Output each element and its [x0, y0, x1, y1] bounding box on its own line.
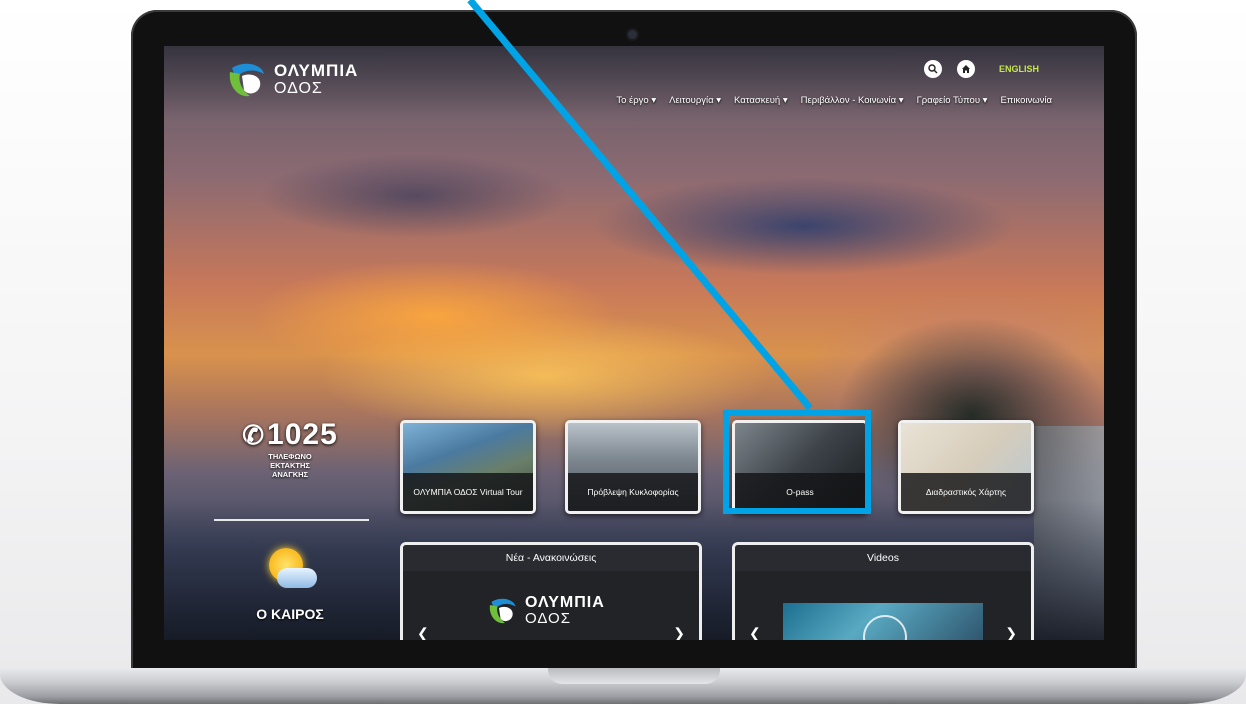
chevron-left-icon[interactable]: ❮	[417, 625, 429, 640]
emergency-caption-3: ΑΝΑΓΚΗΣ	[271, 470, 309, 479]
tile-opass[interactable]: O-pass	[732, 420, 868, 514]
tile-interactive-map[interactable]: Διαδραστικός Χάρτης	[898, 420, 1034, 514]
emergency-caption-2: ΕΚΤΑΚΤΗΣ	[270, 461, 310, 470]
nav-item-environment[interactable]: Περιβάλλον - Κοινωνία ▾	[801, 95, 904, 106]
site-logo[interactable]: ΟΛΥΜΠΙΑ ΟΔΟΣ	[224, 60, 358, 100]
nav-item-press[interactable]: Γραφείο Τύπου ▾	[917, 95, 988, 106]
tile-opass-label: O-pass	[735, 473, 865, 511]
emergency-phone[interactable]: ✆1025 ΤΗΛΕΦΩΝΟ ΕΚΤΑΚΤΗΣ ΑΝΑΓΚΗΣ	[230, 418, 350, 479]
tile-virtual-tour[interactable]: ΟΛΥΜΠΙΑ ΟΔΟΣ Virtual Tour	[400, 420, 536, 514]
tile-virtual-tour-label: ΟΛΥΜΠΙΑ ΟΔΟΣ Virtual Tour	[403, 473, 533, 511]
logo-line-1: ΟΛΥΜΠΙΑ	[274, 61, 359, 80]
nav-item-contact[interactable]: Επικοινωνία	[1000, 95, 1052, 106]
emergency-caption-1: ΤΗΛΕΦΩΝΟ	[268, 452, 312, 461]
emergency-number: 1025	[267, 418, 338, 451]
logo-line-2: ΟΔΟΣ	[274, 80, 323, 97]
tile-traffic-forecast-label: Πρόβλεψη Κυκλοφορίας	[568, 473, 698, 511]
left-divider	[214, 519, 369, 521]
news-logo: ΟΛΥΜΠΙΑ ΟΔΟΣ	[485, 595, 605, 627]
home-icon	[962, 65, 970, 73]
chevron-left-icon[interactable]: ❮	[749, 625, 761, 640]
logo-mark-icon	[489, 598, 516, 624]
laptop-notch	[548, 668, 720, 684]
chevron-right-icon[interactable]: ❯	[1005, 625, 1017, 640]
english-language-link[interactable]: ENGLISH	[999, 64, 1039, 74]
camera-icon	[628, 30, 637, 39]
weather-icon	[263, 546, 317, 600]
logo-mark-icon	[229, 63, 264, 97]
nav-item-construction[interactable]: Κατασκευή ▾	[734, 95, 788, 106]
phone-icon: ✆	[242, 420, 266, 450]
website-screen: ΟΛΥΜΠΙΑ ΟΔΟΣ ENGLISH Το έργο ▾ Λειτουργί…	[164, 46, 1104, 640]
chevron-right-icon[interactable]: ❯	[673, 625, 685, 640]
home-button[interactable]	[957, 60, 975, 78]
tile-traffic-forecast[interactable]: Πρόβλεψη Κυκλοφορίας	[565, 420, 701, 514]
news-logo-line-2: ΟΔΟΣ	[525, 610, 571, 627]
news-logo-text: ΟΛΥΜΠΙΑ ΟΔΟΣ	[525, 595, 605, 627]
weather-label: Ο ΚΑΙΡΟΣ	[256, 606, 324, 622]
search-button[interactable]	[924, 60, 942, 78]
videos-panel-title: Videos	[735, 545, 1031, 571]
emergency-number-row: ✆1025	[230, 418, 350, 452]
nav-item-operation[interactable]: Λειτουργία ▾	[669, 95, 721, 106]
weather-widget[interactable]: Ο ΚΑΙΡΟΣ	[230, 546, 350, 622]
tile-interactive-map-label: Διαδραστικός Χάρτης	[901, 473, 1031, 511]
logo-text: ΟΛΥΜΠΙΑ ΟΔΟΣ	[274, 62, 358, 98]
news-panel-title: Νέα - Ανακοινώσεις	[403, 545, 699, 571]
news-panel: Νέα - Ανακοινώσεις ΟΛΥΜΠΙΑ ΟΔΟΣ ❮ ❯	[400, 542, 702, 640]
search-icon	[928, 64, 938, 74]
videos-panel: Videos ❮ ❯	[732, 542, 1034, 640]
news-logo-line-1: ΟΛΥΜΠΙΑ	[525, 594, 605, 611]
nav-item-project[interactable]: Το έργο ▾	[616, 95, 656, 106]
main-nav: Το έργο ▾ Λειτουργία ▾ Κατασκευή ▾ Περιβ…	[616, 95, 1052, 106]
